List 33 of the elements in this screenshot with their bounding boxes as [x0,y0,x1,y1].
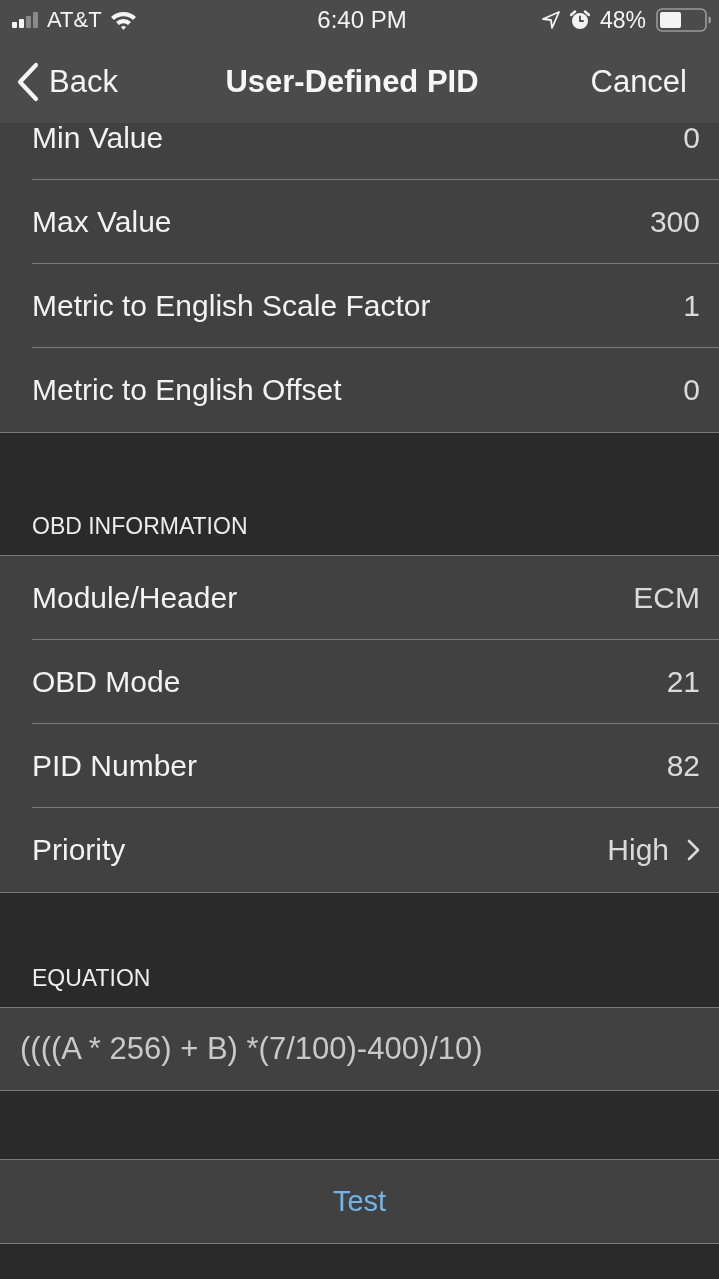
row-label: OBD Mode [32,663,181,700]
row-value: ECM [633,579,700,616]
chevron-left-icon [17,61,39,102]
chevron-right-icon [687,839,700,861]
screen-title: User-Defined PID [225,62,479,101]
row-label: Max Value [32,203,172,240]
wifi-icon [109,10,137,30]
row-value: 1 [683,287,700,324]
row-value: 21 [666,663,700,700]
test-button[interactable]: Test [0,1159,719,1244]
equation-field[interactable]: ((((A * 256) + B) *(7/100)-400)/10) [0,1007,719,1091]
location-arrow-icon [541,11,560,29]
signal-bars-icon [12,12,39,28]
row-label: Metric to English Scale Factor [32,287,431,324]
row-value: 0 [683,123,700,156]
row-label: Module/Header [32,579,238,616]
row-value: 0 [683,372,700,408]
row-value: 300 [649,203,700,240]
cancel-button[interactable]: Cancel [590,62,687,101]
row-label: Min Value [32,123,164,156]
section-header: EQUATION [31,964,152,994]
row-label: PID Number [32,747,198,784]
row-label: Metric to English Offset [32,372,342,408]
status-time: 6:40 PM [317,8,407,32]
carrier-name: AT&T [47,9,102,31]
row-label: Priority [32,832,126,868]
row-value: High [607,832,669,868]
battery-icon [656,8,712,32]
battery-percent: 48% [599,8,646,32]
back-button[interactable]: Back [17,61,118,102]
row-value: 82 [666,747,700,784]
alarm-clock-icon [569,10,590,30]
section-header: OBD INFORMATION [31,512,249,542]
